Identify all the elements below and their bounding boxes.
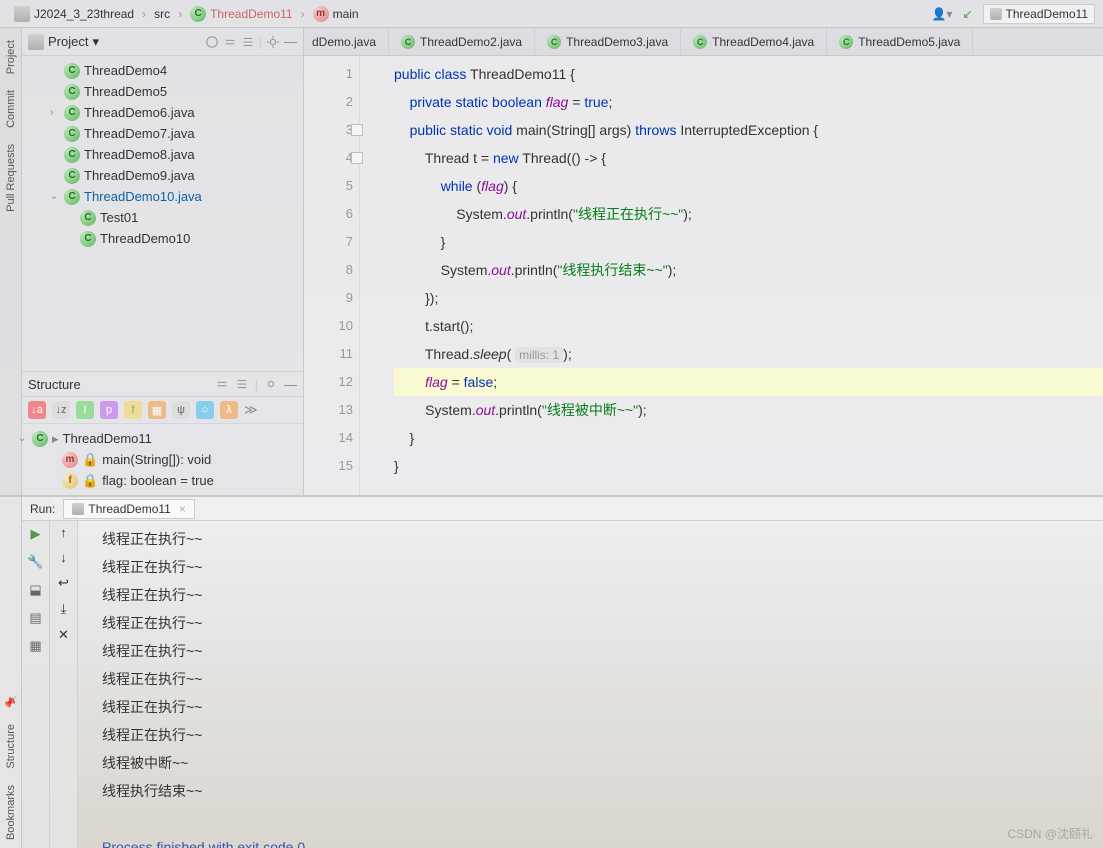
user-icon[interactable]: 👤▾	[931, 7, 952, 21]
project-tab[interactable]: Project	[5, 40, 17, 74]
run-toolbar-nav: ↑ ↓ ↩ ⤓ ✕	[50, 497, 78, 848]
editor-tab[interactable]: CThreadDemo4.java	[681, 28, 827, 55]
run-panel: Run: ThreadDemo11× ▶ 🔧 ⬓ ▤ ▦ ↑ ↓ ↩ ⤓ ✕ 线…	[0, 496, 1103, 848]
left-toolwindow-tabs: Project Commit Pull Requests	[0, 28, 22, 495]
show-interface-icon[interactable]: I	[76, 401, 94, 419]
down-icon[interactable]: ↓	[60, 550, 67, 565]
show-properties-icon[interactable]: p	[100, 401, 118, 419]
print-icon[interactable]: ▦	[27, 637, 45, 655]
editor-tab[interactable]: CThreadDemo3.java	[535, 28, 681, 55]
wrench-icon[interactable]: 🔧	[27, 553, 45, 571]
editor-tab[interactable]: CThreadDemo5.java	[827, 28, 973, 55]
structure-tab[interactable]: Structure	[5, 724, 17, 769]
tree-item[interactable]: CThreadDemo5	[22, 81, 303, 102]
watermark: CSDN @沈颐礼	[1007, 825, 1093, 842]
editor-gutter[interactable]: 123456789101112131415	[304, 56, 360, 495]
tree-item[interactable]: ›CThreadDemo6.java	[22, 102, 303, 123]
console-output[interactable]: 线程正在执行~~线程正在执行~~线程正在执行~~线程正在执行~~线程正在执行~~…	[78, 497, 1103, 848]
stop-icon[interactable]: ⬓	[27, 581, 45, 599]
expand-icon[interactable]	[215, 377, 229, 391]
show-inherited-icon[interactable]: ▦	[148, 401, 166, 419]
tree-item[interactable]: CTest01	[22, 207, 303, 228]
clear-icon[interactable]: ✕	[58, 627, 69, 643]
select-opened-icon[interactable]	[205, 35, 219, 49]
collapse-icon[interactable]	[235, 377, 249, 391]
build-icon[interactable]: ↙	[962, 7, 972, 21]
tree-item[interactable]: CThreadDemo8.java	[22, 144, 303, 165]
structure-panel-header: Structure | —	[22, 371, 303, 397]
hide-icon[interactable]: —	[284, 34, 297, 49]
gear-icon[interactable]	[264, 377, 278, 391]
commit-tab[interactable]: Commit	[5, 90, 17, 128]
sort-icon[interactable]: ↓a	[28, 401, 46, 419]
show-fields-icon[interactable]: f	[124, 401, 142, 419]
breadcrumb-bar: J2024_3_23thread src CThreadDemo11 mmain…	[0, 0, 1103, 28]
crumb-method[interactable]: mmain	[307, 4, 365, 24]
expand-all-icon[interactable]	[223, 35, 237, 49]
run-tab[interactable]: ThreadDemo11×	[63, 499, 195, 519]
tree-item[interactable]: ⌄CThreadDemo10.java	[22, 186, 303, 207]
gear-icon[interactable]	[266, 35, 280, 49]
editor-code[interactable]: public class ThreadDemo11 { private stat…	[360, 56, 1103, 495]
pin-icon[interactable]: 📌	[5, 695, 18, 708]
pull-requests-tab[interactable]: Pull Requests	[5, 144, 17, 212]
show-lambda-icon[interactable]: ○	[196, 401, 214, 419]
autoscroll-icon[interactable]: λ	[220, 401, 238, 419]
structure-toolbar: ↓a ↓z I p f ▦ ψ ○ λ ≫	[22, 397, 303, 424]
project-panel-header: Project ▾ | —	[22, 28, 303, 56]
more-icon[interactable]: ≫	[244, 402, 258, 418]
tree-item[interactable]: CThreadDemo9.java	[22, 165, 303, 186]
crumb-class[interactable]: CThreadDemo11	[184, 4, 299, 24]
divider: |	[255, 377, 258, 392]
divider: |	[259, 34, 262, 49]
up-icon[interactable]: ↑	[60, 525, 67, 540]
hide-icon[interactable]: —	[284, 377, 297, 392]
editor-tab[interactable]: CThreadDemo2.java	[389, 28, 535, 55]
filter-icon[interactable]: ↓z	[52, 401, 70, 419]
tree-item[interactable]: CThreadDemo10	[22, 228, 303, 249]
structure-member[interactable]: f🔒flag: boolean = true	[22, 470, 303, 491]
collapse-all-icon[interactable]	[241, 35, 255, 49]
tree-item[interactable]: CThreadDemo4	[22, 60, 303, 81]
structure-tree[interactable]: ⌄C▸ThreadDemo11 m🔒main(String[]): void f…	[22, 424, 303, 495]
structure-member[interactable]: m🔒main(String[]): void	[22, 449, 303, 470]
run-toolbar-left: ▶ 🔧 ⬓ ▤ ▦	[22, 497, 50, 848]
soft-wrap-icon[interactable]: ↩	[58, 575, 69, 591]
project-tree[interactable]: CThreadDemo4CThreadDemo5›CThreadDemo6.ja…	[22, 56, 303, 371]
editor-tab[interactable]: dDemo.java	[304, 28, 389, 55]
crumb-project[interactable]: J2024_3_23thread	[8, 4, 140, 24]
scroll-end-icon[interactable]: ⤓	[61, 601, 67, 617]
crumb-src[interactable]: src	[148, 5, 176, 23]
editor-tabs: dDemo.javaCThreadDemo2.javaCThreadDemo3.…	[304, 28, 1103, 56]
structure-root[interactable]: ⌄C▸ThreadDemo11	[22, 428, 303, 449]
show-anon-icon[interactable]: ψ	[172, 401, 190, 419]
tree-item[interactable]: CThreadDemo7.java	[22, 123, 303, 144]
bookmarks-tab[interactable]: Bookmarks	[5, 785, 17, 840]
layout-icon[interactable]: ▤	[27, 609, 45, 627]
run-label: Run:	[30, 502, 55, 516]
run-config-tab[interactable]: ThreadDemo11	[983, 4, 1096, 24]
rerun-icon[interactable]: ▶	[27, 525, 45, 543]
